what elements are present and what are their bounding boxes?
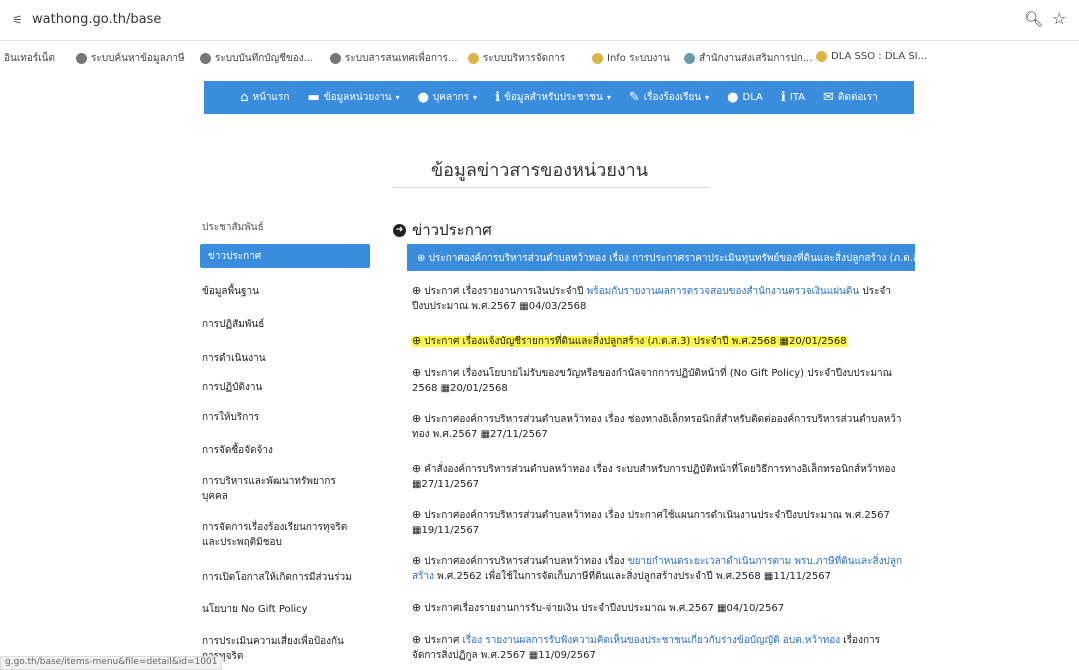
bookmark-item[interactable]: DLA SSO : DLA SI... xyxy=(816,51,927,62)
nav-home[interactable]: ⌂ หน้าแรก xyxy=(240,90,289,105)
bookmark-item[interactable]: ระบบบริหารจัดการ xyxy=(468,51,565,66)
news-item[interactable]: ⊕ ประกาศเรื่องรายงานการรับ-จ่ายเงิน ประจำ… xyxy=(412,600,906,616)
plus-circle-icon: ⊕ xyxy=(412,284,422,297)
sidebar-item-interaction[interactable]: การปฏิสัมพันธ์ xyxy=(200,317,370,332)
calendar-icon: ▦ xyxy=(779,336,789,347)
bookmark-item[interactable]: อินเทอร์เน็ต xyxy=(4,51,55,66)
news-item[interactable]: ⊕ ประกาศองค์การบริหารส่วนตำบลหว้าทอง เรื่… xyxy=(412,507,906,538)
globe-icon xyxy=(330,53,341,64)
sidebar-item-performance[interactable]: การปฏิบัติงาน xyxy=(200,380,370,395)
user-edit-icon: ✎ xyxy=(628,90,640,105)
users-icon: ● xyxy=(727,90,739,105)
sidebar-item-no-gift-policy[interactable]: นโยบาย No Gift Policy xyxy=(200,602,370,617)
plus-circle-icon: ⊕ xyxy=(412,412,422,425)
globe-icon xyxy=(200,53,211,64)
globe-icon xyxy=(684,53,695,64)
sidebar-header: ประชาสัมพันธ์ xyxy=(202,222,264,233)
calendar-icon: ▦ xyxy=(440,383,451,394)
info-icon: ℹ xyxy=(780,90,786,105)
plus-circle-icon: ⊕ xyxy=(412,462,422,475)
news-item[interactable]: ⊕ ประกาศ เรื่องรายงานการเงินประจำปี พร้อม… xyxy=(412,283,906,314)
user-icon: ● xyxy=(417,90,429,105)
nav-public-info[interactable]: ℹ ข้อมูลสำหรับประชาชน ▾ xyxy=(495,90,611,105)
chevron-down-icon: ▾ xyxy=(395,93,400,102)
news-item-highlighted[interactable]: ⊕ ประกาศ เรื่องแจ้งบัญชีรายการที่ดินและสิ… xyxy=(412,333,906,349)
main-nav: ⌂ หน้าแรก ▬ ข้อมูลหน่วยงาน ▾ ● บุคลากร ▾ ℹ ข้อ… xyxy=(204,81,914,114)
url-text[interactable]: wathong.go.th/base xyxy=(32,12,161,27)
folder-icon xyxy=(468,53,479,64)
bookmark-star-icon[interactable]: ☆ xyxy=(1052,9,1066,28)
sidebar-item-basic-info[interactable]: ข้อมูลพื้นฐาน xyxy=(200,284,370,299)
nav-complaints[interactable]: ✎ เรื่องร้องเรียน ▾ xyxy=(629,90,709,105)
news-item[interactable]: ⊕ คำสั่งองค์การบริหารส่วนตำบลหว้าทอง เรื่… xyxy=(412,461,906,492)
news-item[interactable]: ⊕ ประกาศองค์การบริหารส่วนตำบลหว้าทอง เรื่… xyxy=(412,553,906,584)
chevron-down-icon: ▾ xyxy=(606,93,611,102)
news-item[interactable]: ⊕ ประกาศ เรื่องนโยบายไม่รับของขวัญหรือของ… xyxy=(412,365,906,396)
page-title: ข้อมูลข่าวสารของหน่วยงาน xyxy=(430,160,649,181)
plus-circle-icon: ⊕ xyxy=(412,633,422,646)
divider xyxy=(0,40,1079,41)
bookmark-item[interactable]: ระบบบันทึกบัญชีของ... xyxy=(200,51,313,66)
sidebar-item-operations[interactable]: การดำเนินงาน xyxy=(200,351,370,366)
site-info-icon[interactable]: ⚟ xyxy=(12,13,23,27)
bookmark-item[interactable]: ระบบสารสนเทศเพื่อการ... xyxy=(330,51,457,66)
globe-icon xyxy=(592,53,603,64)
bookmarks-bar: อินเทอร์เน็ต ระบบค้นหาข้อมูลภาษี ระบบบัน… xyxy=(0,47,1079,71)
globe-icon xyxy=(76,53,87,64)
news-item[interactable]: ⊕ ประกาศองค์การบริหารส่วนตำบลหว้าทอง เรื่… xyxy=(412,411,906,442)
sidebar-item-risk-assessment[interactable]: การประเมินความเสี่ยงเพื่อป้องกันการทุจริ… xyxy=(200,634,360,664)
nav-contact[interactable]: ✉ ติดต่อเรา xyxy=(823,90,878,105)
plus-circle-icon: ⊕ xyxy=(412,334,422,347)
sidebar-item-participation[interactable]: การเปิดโอกาสให้เกิดการมีส่วนร่วม xyxy=(200,570,370,585)
calendar-icon: ▦ xyxy=(763,571,774,582)
chevron-down-icon: ▾ xyxy=(473,93,478,102)
bookmark-item[interactable]: ระบบค้นหาข้อมูลภาษี xyxy=(76,51,185,66)
sidebar-item-announcements[interactable]: ข่าวประกาศ xyxy=(200,244,370,268)
nav-ita[interactable]: ℹ ITA xyxy=(781,90,805,105)
address-bar[interactable]: ⚟ wathong.go.th/base 🔍︎ ☆ xyxy=(0,0,1079,40)
bookmark-item[interactable]: สำนักงานส่งเสริมการปก... xyxy=(684,51,812,66)
globe-icon xyxy=(816,51,827,62)
divider xyxy=(393,187,709,188)
plus-circle-icon: ⊕ xyxy=(417,253,429,264)
zoom-icon[interactable]: 🔍︎ xyxy=(1024,10,1043,28)
calendar-icon: ▦ xyxy=(480,429,491,440)
news-heading: ➜ ข่าวประกาศ xyxy=(393,218,492,242)
bookmark-item[interactable]: Info ระบบงาน xyxy=(592,51,670,66)
calendar-icon: ▦ xyxy=(519,301,529,312)
mail-icon: ✉ xyxy=(822,90,834,105)
nav-agency-info[interactable]: ▬ ข้อมูลหน่วยงาน ▾ xyxy=(307,90,399,105)
home-icon: ⌂ xyxy=(240,90,249,105)
status-bar-url: g.go.th/base/items-menu&file=detail&id=1… xyxy=(0,656,223,670)
calendar-icon: ▦ xyxy=(528,650,539,661)
sidebar-item-corruption-complaints[interactable]: การจัดการเรื่องร้องเรียนการทุจริตและประพ… xyxy=(200,520,360,550)
news-banner-link[interactable]: ⊕ ประกาศองค์การบริหารส่วนตำบลหว้าทอง เรื… xyxy=(407,244,915,271)
nav-dla[interactable]: ● DLA xyxy=(727,90,763,105)
arrow-circle-icon: ➜ xyxy=(393,223,406,237)
sidebar-item-procurement[interactable]: การจัดซื้อจัดจ้าง xyxy=(200,443,370,458)
nav-personnel[interactable]: ● บุคลากร ▾ xyxy=(418,90,478,105)
folder-icon: ▬ xyxy=(307,90,320,105)
sidebar-item-hr[interactable]: การบริหารและพัฒนาทรัพยากรบุคคล xyxy=(200,474,350,504)
chevron-down-icon: ▾ xyxy=(705,93,710,102)
plus-circle-icon: ⊕ xyxy=(412,366,422,379)
plus-circle-icon: ⊕ xyxy=(412,554,422,567)
sidebar-item-services[interactable]: การให้บริการ xyxy=(200,410,370,425)
plus-circle-icon: ⊕ xyxy=(412,601,422,614)
news-item[interactable]: ⊕ ประกาศ เรื่อง รายงานผลการรับฟังความคิดเ… xyxy=(412,632,906,663)
plus-circle-icon: ⊕ xyxy=(412,508,422,521)
info-icon: ℹ xyxy=(495,90,501,105)
